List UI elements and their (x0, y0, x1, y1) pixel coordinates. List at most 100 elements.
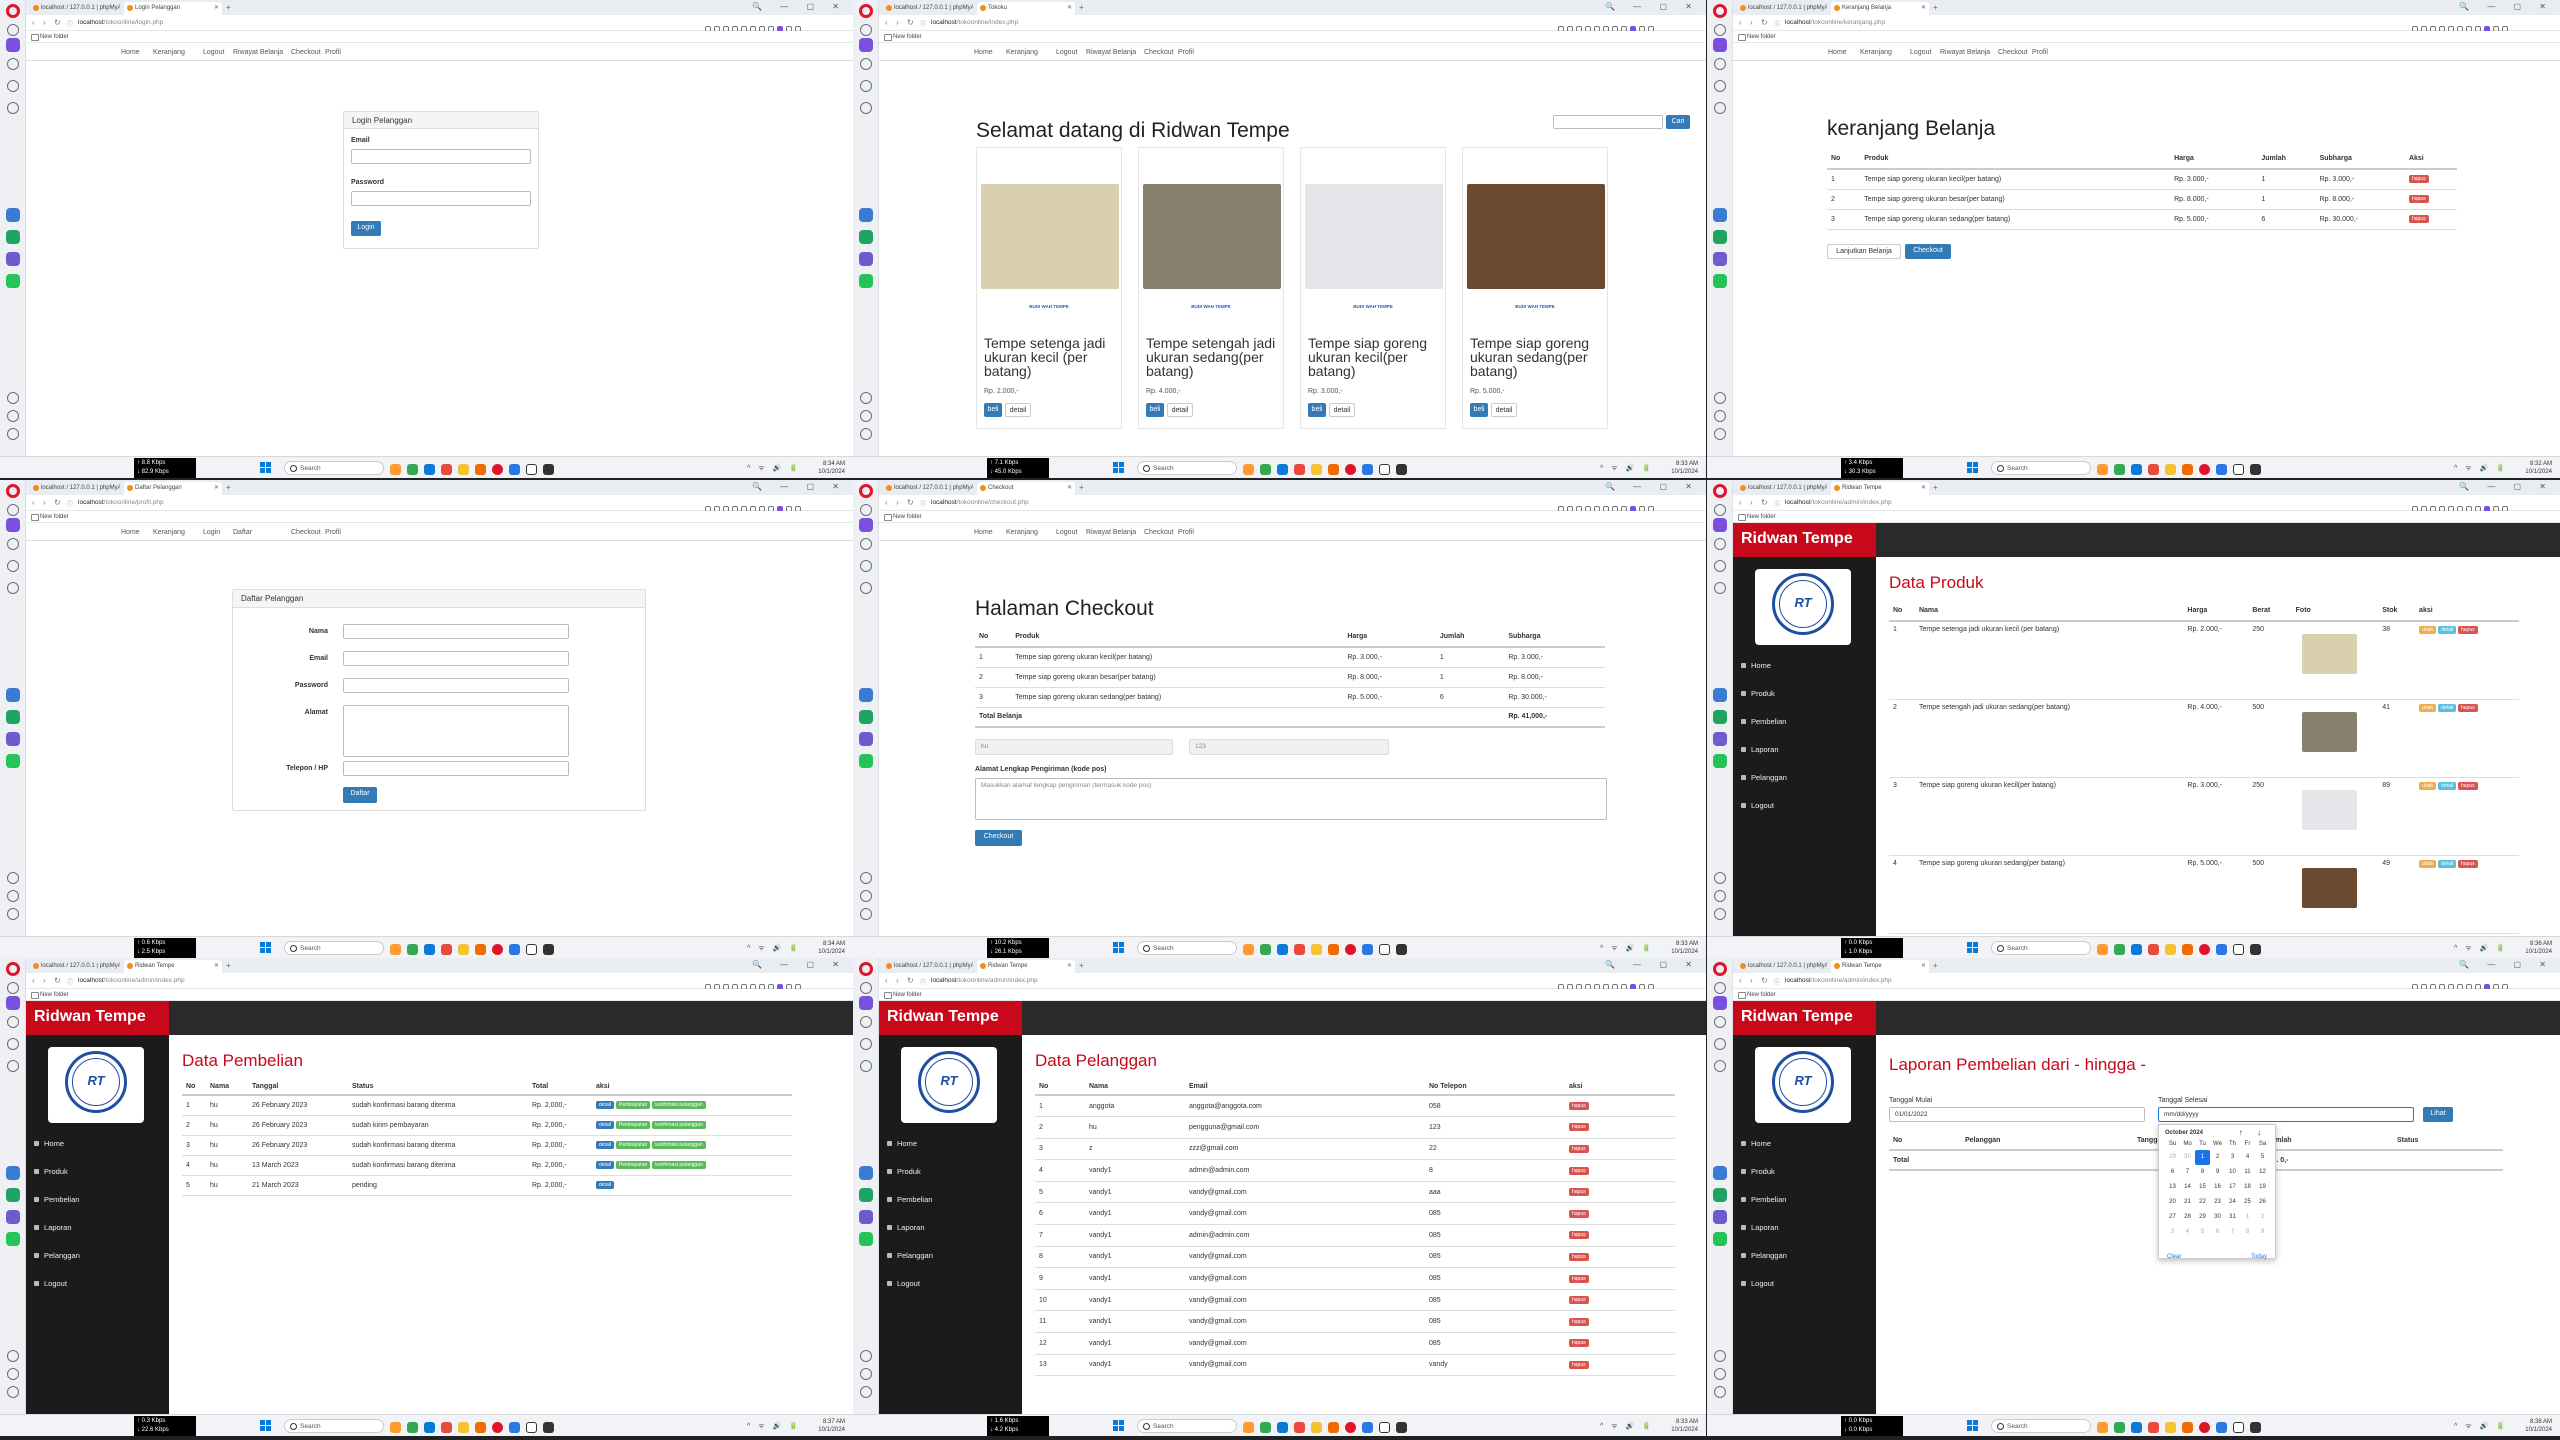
today-button[interactable]: Today (2251, 1254, 2267, 1260)
speed-dial-icon[interactable] (1714, 982, 1726, 994)
new-tab-icon[interactable]: + (226, 3, 231, 12)
url-field[interactable]: localhost/tokoonline/admin/index.php (78, 977, 185, 984)
address-field[interactable]: Masukkan alamat lengkap pengiriman (term… (975, 778, 1607, 820)
calendar-day[interactable]: 7 (2225, 1225, 2240, 1240)
calendar-day[interactable]: 4 (2240, 1150, 2255, 1165)
windows-start-icon[interactable] (1113, 1420, 1124, 1431)
detail-button[interactable]: detail (2438, 781, 2457, 790)
nav-profil[interactable]: Profil (1178, 49, 1194, 56)
detail-button[interactable]: detail (1005, 403, 1031, 417)
back-icon[interactable]: ‹ (32, 498, 35, 507)
nav-home[interactable]: Home (974, 49, 993, 56)
workspace-icon[interactable] (7, 58, 19, 70)
field-input[interactable] (343, 761, 569, 776)
nav-keranjang[interactable]: Keranjang (1006, 49, 1038, 56)
reload-icon[interactable]: ↻ (1761, 18, 1768, 27)
widget-icon[interactable] (390, 464, 401, 475)
tray-icons[interactable]: ^ ᯤ 🔊 🔋 (1600, 944, 1654, 953)
nav-keranjang[interactable]: Keranjang (1860, 49, 1892, 56)
whatsapp-icon[interactable] (1713, 230, 1727, 244)
detail-button[interactable]: detail (596, 1161, 614, 1169)
detail-button[interactable]: detail (1491, 403, 1517, 417)
clock-icon[interactable] (860, 1060, 872, 1072)
app-icon[interactable] (1379, 464, 1390, 475)
bookmark-folder[interactable]: New folder (26, 31, 853, 43)
aria-icon[interactable] (6, 38, 20, 52)
downloads-icon[interactable] (860, 410, 872, 422)
tab-active[interactable]: Tokoku ✕ (977, 2, 1075, 15)
workspace-icon[interactable] (1714, 538, 1726, 550)
nav-checkout[interactable]: Checkout (291, 529, 321, 536)
chat-icon[interactable] (407, 1422, 418, 1433)
nav-logout[interactable]: Logout (1056, 49, 1077, 56)
workspace-icon[interactable] (7, 1016, 19, 1028)
admin-brand[interactable]: Ridwan Tempe (1733, 523, 1876, 557)
calendar-day[interactable]: 20 (2165, 1195, 2180, 1210)
xampp-icon[interactable] (1328, 464, 1339, 475)
bookmark-folder[interactable]: New folder (879, 989, 1706, 1001)
delete-button[interactable]: hapus (1569, 1339, 1589, 1348)
telegram-icon[interactable] (859, 754, 873, 768)
edge-icon[interactable] (424, 944, 435, 955)
admin-menu-laporan[interactable]: Laporan (887, 1223, 925, 1232)
calendar-day[interactable]: 7 (2180, 1165, 2195, 1180)
reload-icon[interactable]: ↻ (54, 498, 61, 507)
settings-icon[interactable] (7, 908, 19, 920)
payment-button[interactable]: Pembayaran (615, 1161, 651, 1169)
store-icon[interactable] (2216, 464, 2227, 475)
forward-icon[interactable]: › (896, 498, 899, 507)
password-field[interactable] (351, 191, 531, 206)
speed-dial-icon[interactable] (7, 982, 19, 994)
opera-taskbar-icon[interactable] (492, 1422, 503, 1433)
url-field[interactable]: localhost/tokoonline/admin/index.php (931, 977, 1038, 984)
bookmark-folder[interactable]: New folder (1733, 989, 2560, 1001)
discord-icon[interactable] (859, 252, 873, 266)
calendar-day[interactable]: 5 (2195, 1225, 2210, 1240)
heart-icon[interactable] (860, 872, 872, 884)
windows-start-icon[interactable] (1113, 462, 1124, 473)
windows-start-icon[interactable] (1113, 942, 1124, 953)
messenger-icon[interactable] (6, 208, 20, 222)
heart-icon[interactable] (1714, 1350, 1726, 1362)
opera-taskbar-icon[interactable] (1345, 944, 1356, 955)
toolbar-icons[interactable] (2412, 19, 2532, 32)
back-icon[interactable]: ‹ (1739, 18, 1742, 27)
tray-icons[interactable]: ^ ᯤ 🔊 🔋 (1600, 1422, 1654, 1431)
forward-icon[interactable]: › (1750, 976, 1753, 985)
toolbar-icons[interactable] (705, 977, 825, 990)
delete-button[interactable]: hapus (1569, 1188, 1589, 1197)
workspace-icon[interactable] (7, 538, 19, 550)
history-icon[interactable] (7, 560, 19, 572)
new-tab-icon[interactable]: + (226, 961, 231, 970)
heart-icon[interactable] (860, 392, 872, 404)
url-field[interactable]: localhost/tokoonline/admin/index.php (1785, 977, 1892, 984)
widget-icon[interactable] (1243, 944, 1254, 955)
chat-icon[interactable] (1260, 1422, 1271, 1433)
aria-icon[interactable] (859, 996, 873, 1010)
opera-taskbar-icon[interactable] (2199, 944, 2210, 955)
calendar-day[interactable]: 11 (2240, 1165, 2255, 1180)
forward-icon[interactable]: › (1750, 498, 1753, 507)
register-button[interactable]: Daftar (343, 787, 377, 803)
search-button[interactable]: Cari (1666, 115, 1690, 129)
tray-icons[interactable]: ^ ᯤ 🔊 🔋 (747, 464, 801, 473)
heart-icon[interactable] (7, 872, 19, 884)
messenger-icon[interactable] (1713, 208, 1727, 222)
nav-riwayat-belanja[interactable]: Riwayat Belanja (233, 49, 283, 56)
calendar-day[interactable]: 30 (2180, 1150, 2195, 1165)
admin-menu-logout[interactable]: Logout (34, 1279, 67, 1288)
telegram-icon[interactable] (1713, 274, 1727, 288)
forward-icon[interactable]: › (1750, 18, 1753, 27)
toolbar-icons[interactable] (1558, 19, 1678, 32)
bookmark-folder[interactable]: New folder (1733, 31, 2560, 43)
discord-icon[interactable] (1713, 732, 1727, 746)
history-icon[interactable] (860, 560, 872, 572)
explorer-icon[interactable] (1311, 944, 1322, 955)
url-field[interactable]: localhost/tokoonline/checkout.php (931, 499, 1029, 506)
forward-icon[interactable]: › (896, 18, 899, 27)
calendar-day[interactable]: 31 (2225, 1210, 2240, 1225)
url-field[interactable]: localhost/tokoonline/login.php (78, 19, 163, 26)
chrome-icon[interactable] (1294, 464, 1305, 475)
downloads-icon[interactable] (7, 890, 19, 902)
toolbar-icons[interactable] (1558, 499, 1678, 512)
